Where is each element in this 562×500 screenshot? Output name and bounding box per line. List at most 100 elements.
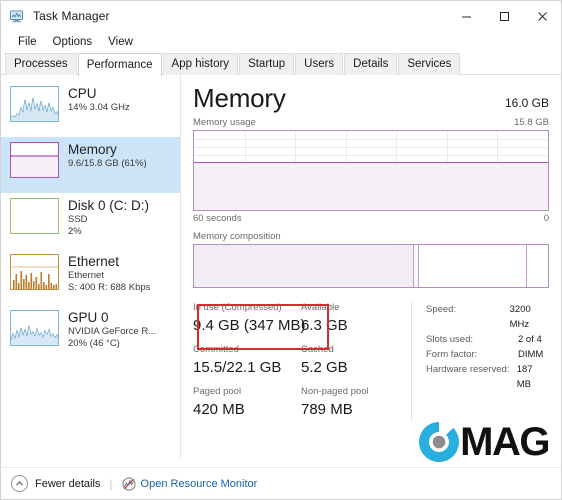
paged-pool-value: 420 MB (193, 401, 245, 418)
usage-graph-label: Memory usage (193, 117, 256, 128)
info-row-form-factor: Form factor: DIMM (426, 347, 549, 362)
sidebar-item-gpu[interactable]: GPU 0 NVIDIA GeForce R... 20% (46 °C) (1, 305, 180, 361)
tab-strip: Processes Performance App history Startu… (1, 53, 561, 76)
cached-label: Cached (301, 344, 334, 355)
performance-content: CPU 14% 3.04 GHz Memory 9.6/15.8 GB (61%… (1, 75, 561, 458)
committed-label: Committed (193, 344, 239, 355)
committed-value: 15.5/22.1 GB (193, 359, 282, 376)
stat-committed: Committed 15.5/22.1 GB (193, 343, 293, 378)
composition-segment-standby (419, 245, 526, 287)
menu-file[interactable]: File (11, 34, 44, 50)
paged-pool-label: Paged pool (193, 386, 242, 397)
menu-options[interactable]: Options (46, 34, 100, 50)
nonpaged-pool-value: 789 MB (301, 401, 353, 418)
axis-left-label: 60 seconds (193, 213, 242, 224)
form-factor-value: DIMM (518, 349, 544, 360)
sidebar-item-memory[interactable]: Memory 9.6/15.8 GB (61%) (1, 137, 180, 193)
task-manager-window: Task Manager File Options View Processes… (0, 0, 562, 500)
maximize-button[interactable] (485, 1, 523, 31)
sidebar-item-disk[interactable]: Disk 0 (C: D:) SSD 2% (1, 193, 180, 249)
gpu-text: GPU 0 NVIDIA GeForce R... 20% (46 °C) (68, 310, 156, 350)
memory-stats: In use (Compressed) 9.4 GB (347 MB) Avai… (193, 301, 549, 420)
tab-processes[interactable]: Processes (5, 53, 77, 75)
tab-services[interactable]: Services (398, 53, 461, 75)
usage-graph-axis: 60 seconds 0 (193, 213, 549, 224)
cmag-logo-icon (419, 422, 460, 462)
nonpaged-pool-label: Non-paged pool (301, 386, 369, 397)
close-button[interactable] (523, 1, 561, 31)
memory-text: Memory 9.6/15.8 GB (61%) (68, 142, 147, 170)
tab-app-history[interactable]: App history (162, 53, 239, 75)
speed-label: Speed: (426, 304, 457, 315)
sidebar-ethernet-title: Ethernet (68, 254, 120, 269)
info-row-slots: Slots used: 2 of 4 (426, 332, 549, 347)
memory-thumbnail-graph (10, 142, 59, 178)
gpu-thumbnail-graph (10, 310, 59, 346)
menu-bar: File Options View (1, 31, 561, 53)
open-resource-monitor-link[interactable]: Open Resource Monitor (141, 478, 258, 490)
cmag-watermark: MAG (416, 419, 550, 465)
chevron-up-icon[interactable] (11, 475, 28, 492)
memory-hardware-info: Speed: 3200 MHz Slots used: 2 of 4 Form … (411, 301, 549, 420)
sidebar-cpu-stat: 14% 3.04 GHz (68, 102, 130, 113)
stat-paged-pool: Paged pool 420 MB (193, 385, 293, 420)
sidebar-item-cpu[interactable]: CPU 14% 3.04 GHz (1, 81, 180, 137)
info-row-hardware-reserved: Hardware reserved: 187 MB (426, 362, 549, 392)
stat-row-pools: Paged pool 420 MB Non-paged pool 789 MB (193, 385, 393, 420)
hardware-reserved-label: Hardware reserved: (426, 364, 510, 375)
sidebar-memory-title: Memory (68, 142, 117, 157)
fewer-details-button[interactable]: Fewer details (35, 478, 100, 490)
hardware-reserved-value: 187 MB (516, 364, 533, 390)
sidebar-memory-stat: 9.6/15.8 GB (61%) (68, 158, 147, 169)
footer-separator: | (109, 476, 113, 491)
cached-value: 5.2 GB (301, 359, 348, 376)
stat-in-use: In use (Compressed) 9.4 GB (347 MB) (193, 301, 306, 336)
memory-usage-fill (194, 161, 548, 210)
info-row-speed: Speed: 3200 MHz (426, 302, 549, 332)
available-label: Available (301, 302, 340, 313)
memory-header: Memory 16.0 GB (193, 83, 549, 113)
tab-users[interactable]: Users (295, 53, 344, 75)
menu-view[interactable]: View (101, 34, 140, 50)
resource-monitor-icon (122, 477, 136, 490)
composition-segment-free (526, 245, 548, 287)
tab-startup[interactable]: Startup (239, 53, 295, 75)
sidebar-gpu-stat: 20% (46 °C) (68, 338, 120, 349)
tab-details[interactable]: Details (344, 53, 398, 75)
sidebar-item-ethernet[interactable]: Ethernet Ethernet S: 400 R: 688 Kbps (1, 249, 180, 305)
cmag-watermark-text: MAG (460, 420, 550, 464)
sidebar-gpu-title: GPU 0 (68, 310, 109, 325)
cpu-text: CPU 14% 3.04 GHz (68, 86, 130, 114)
sidebar-cpu-title: CPU (68, 86, 97, 101)
speed-value: 3200 MHz (509, 304, 531, 330)
tab-performance[interactable]: Performance (77, 53, 162, 76)
memory-detail-panel: Memory 16.0 GB Memory usage 15.8 GB 60 s… (181, 75, 561, 458)
memory-usage-graph (193, 130, 549, 211)
window-footer: Fewer details | Open Resource Monitor (1, 467, 561, 499)
composition-label: Memory composition (193, 231, 281, 242)
title-bar: Task Manager (1, 1, 561, 31)
stat-available: Available 6.3 GB (293, 301, 393, 336)
cpu-thumbnail-graph (10, 86, 59, 122)
ethernet-text: Ethernet Ethernet S: 400 R: 688 Kbps (68, 254, 150, 294)
sidebar-ethernet-adapter: Ethernet (68, 270, 104, 281)
task-manager-icon (10, 10, 23, 23)
minimize-button[interactable] (447, 1, 485, 31)
sidebar-disk-type: SSD (68, 214, 88, 225)
resource-sidebar: CPU 14% 3.04 GHz Memory 9.6/15.8 GB (61%… (1, 75, 181, 458)
ethernet-thumbnail-graph (10, 254, 59, 290)
usage-graph-header: Memory usage 15.8 GB (193, 117, 549, 128)
sidebar-disk-stat: 2% (68, 226, 82, 237)
usage-graph-max: 15.8 GB (514, 117, 549, 128)
stat-nonpaged-pool: Non-paged pool 789 MB (293, 385, 393, 420)
total-memory-capacity: 16.0 GB (504, 96, 549, 110)
stat-row-inuse-available: In use (Compressed) 9.4 GB (347 MB) Avai… (193, 301, 393, 336)
disk-text: Disk 0 (C: D:) SSD 2% (68, 198, 149, 238)
sidebar-ethernet-stat: S: 400 R: 688 Kbps (68, 282, 151, 293)
sidebar-disk-title: Disk 0 (C: D:) (68, 198, 149, 213)
sidebar-gpu-model: NVIDIA GeForce R... (68, 326, 157, 337)
stat-row-committed-cached: Committed 15.5/22.1 GB Cached 5.2 GB (193, 343, 393, 378)
memory-composition-bar (193, 244, 549, 288)
form-factor-label: Form factor: (426, 349, 478, 360)
disk-thumbnail-graph (10, 198, 59, 234)
